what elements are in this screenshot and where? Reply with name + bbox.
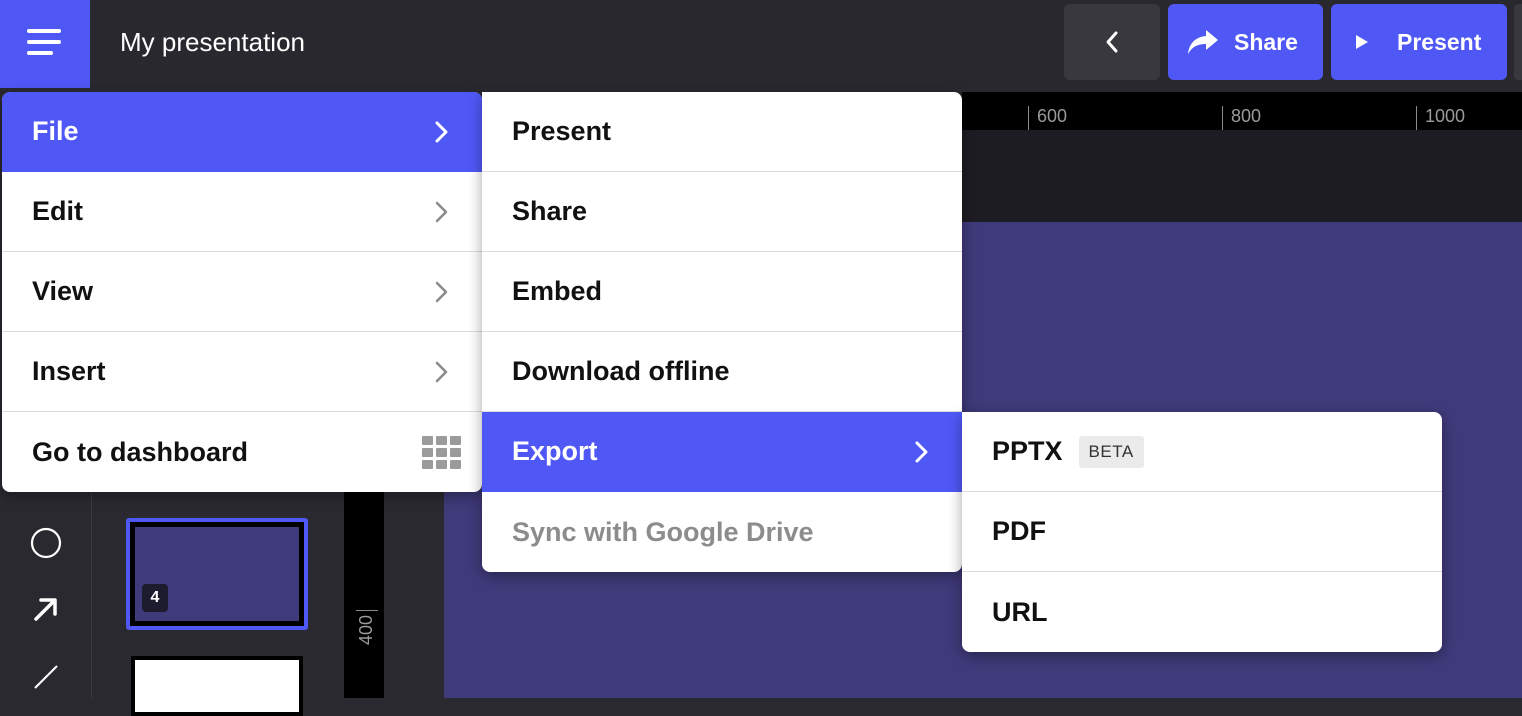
menu-item-label: Sync with Google Drive [512, 516, 814, 547]
menu-item-url[interactable]: URL [962, 572, 1442, 652]
tools-sidebar [0, 492, 92, 698]
horizontal-ruler: 600 800 1000 [962, 92, 1522, 130]
chevron-left-icon [1106, 31, 1118, 53]
dashboard-grid-icon [422, 436, 462, 470]
present-button-label: Present [1397, 28, 1482, 55]
menu-item-sync-google-drive[interactable]: Sync with Google Drive [482, 492, 962, 572]
presentation-title[interactable]: My presentation [120, 27, 305, 58]
canvas-margin [962, 130, 1522, 222]
top-bar: My presentation Share Present [0, 0, 1522, 88]
share-arrow-icon [1188, 30, 1218, 54]
menu-item-view[interactable]: View [2, 252, 482, 332]
ruler-tick: 800 [1222, 106, 1261, 130]
chevron-right-icon [435, 281, 448, 303]
menu-item-label: PDF [992, 516, 1046, 546]
menu-item-label: File [32, 116, 79, 146]
menu-item-label: Insert [32, 356, 106, 386]
overflow-button[interactable] [1514, 4, 1522, 80]
main-menu: File Edit View Insert Go to dashboard [2, 92, 482, 492]
menu-item-label: URL [992, 596, 1048, 627]
menu-item-label: PPTX [992, 436, 1063, 466]
share-button[interactable]: Share [1168, 4, 1323, 80]
play-icon [1356, 35, 1368, 49]
menu-item-pdf[interactable]: PDF [962, 492, 1442, 572]
chevron-right-icon [915, 441, 928, 463]
menu-item-pptx[interactable]: PPTX BETA [962, 412, 1442, 492]
menu-item-label: Share [512, 196, 588, 226]
slide-thumbnail[interactable] [131, 656, 303, 716]
file-submenu: Present Share Embed Download offline Exp… [482, 92, 962, 572]
ruler-tick: 600 [1028, 106, 1067, 130]
menu-item-go-to-dashboard[interactable]: Go to dashboard [2, 412, 482, 492]
hamburger-icon-line [27, 51, 53, 55]
menu-item-edit[interactable]: Edit [2, 172, 482, 252]
menu-item-label: Go to dashboard [32, 436, 248, 467]
ruler-tick-label: 400 [356, 615, 376, 646]
beta-badge: BETA [1078, 435, 1144, 468]
hamburger-icon [27, 29, 61, 33]
arrow-tool-icon[interactable] [31, 594, 61, 624]
menu-item-label: Download offline [512, 356, 730, 386]
chevron-right-icon [435, 201, 448, 223]
menu-item-present[interactable]: Present [482, 92, 962, 172]
menu-button[interactable] [0, 0, 90, 88]
menu-item-embed[interactable]: Embed [482, 252, 962, 332]
menu-item-label: Present [512, 116, 612, 146]
ellipse-tool-icon[interactable] [29, 526, 63, 560]
export-submenu: PPTX BETA PDF URL [962, 412, 1442, 652]
hamburger-icon-line [27, 40, 61, 44]
chevron-right-icon [435, 361, 448, 383]
menu-item-share[interactable]: Share [482, 172, 962, 252]
ruler-tick: 400 [356, 610, 378, 646]
present-button[interactable]: Present [1331, 4, 1507, 80]
back-button[interactable] [1064, 4, 1160, 80]
share-button-label: Share [1234, 28, 1298, 55]
chevron-right-icon [435, 121, 448, 143]
line-tool-icon[interactable] [31, 662, 61, 692]
canvas-gutter [384, 492, 444, 698]
slide-number-badge: 4 [142, 584, 168, 612]
ruler-tick: 1000 [1416, 106, 1465, 130]
vertical-ruler [344, 492, 384, 698]
menu-item-file[interactable]: File [2, 92, 482, 172]
slide-thumbnail-selected[interactable]: 4 [126, 518, 308, 630]
menu-item-label: View [32, 276, 94, 306]
menu-item-label: Edit [32, 196, 83, 226]
menu-item-label: Embed [512, 276, 603, 306]
menu-item-export[interactable]: Export [482, 412, 962, 492]
menu-item-download-offline[interactable]: Download offline [482, 332, 962, 412]
menu-item-label: Export [512, 436, 598, 466]
menu-item-insert[interactable]: Insert [2, 332, 482, 412]
